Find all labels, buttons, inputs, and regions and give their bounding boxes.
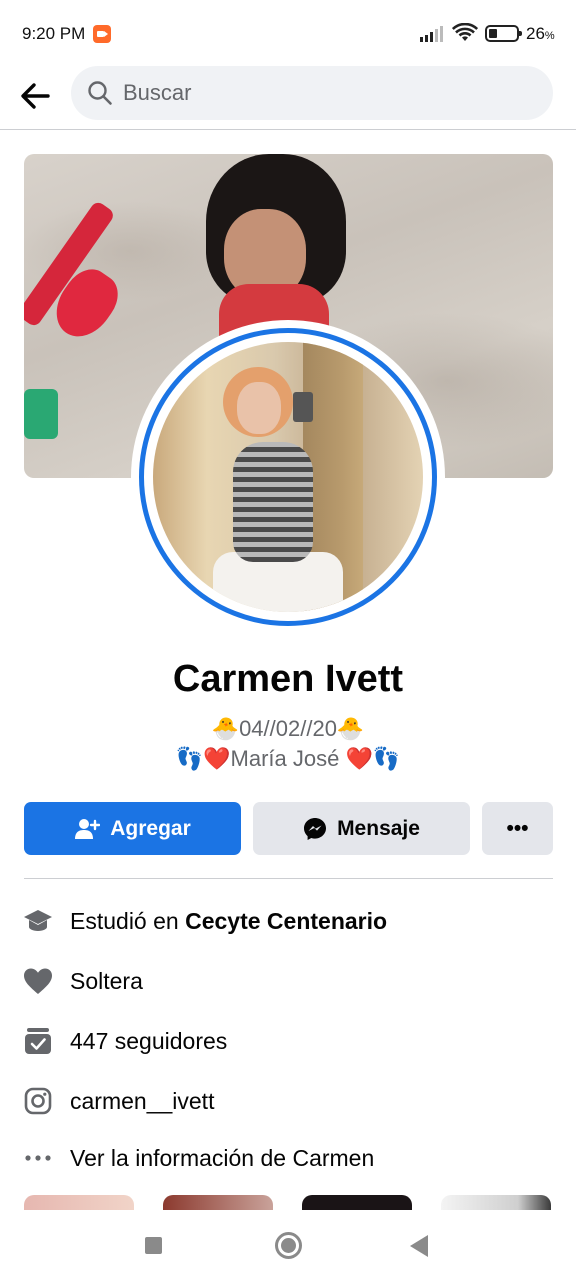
back-button[interactable] <box>14 74 58 118</box>
status-bar: 9:20 PM 26% <box>0 0 576 66</box>
add-friend-label: Agregar <box>110 816 191 840</box>
search-input[interactable] <box>123 66 523 120</box>
recents-button[interactable] <box>145 1237 162 1254</box>
followers-count: 447 seguidores <box>70 1027 228 1054</box>
info-relationship: Soltera <box>22 961 562 1001</box>
info-see-more[interactable]: Ver la información de Carmen <box>22 1138 562 1178</box>
header <box>0 66 576 130</box>
more-dots-icon <box>22 1142 54 1174</box>
arrow-left-icon <box>21 83 50 109</box>
followers-icon <box>22 1025 54 1057</box>
battery-percent: 26 <box>526 24 545 43</box>
signal-icon <box>420 26 443 42</box>
graduation-cap-icon <box>22 905 54 937</box>
battery-icon <box>485 25 522 42</box>
photo-thumb[interactable] <box>24 1195 134 1210</box>
info-followers[interactable]: 447 seguidores <box>22 1021 562 1061</box>
avatar-ring[interactable] <box>131 320 445 634</box>
avatar-border <box>139 328 437 626</box>
avatar[interactable] <box>153 342 423 612</box>
system-back-button[interactable] <box>410 1235 428 1257</box>
battery-unit: % <box>544 30 555 42</box>
add-friend-icon <box>74 818 101 840</box>
more-options-button[interactable]: ••• <box>482 802 553 855</box>
photo-thumb[interactable] <box>163 1195 273 1210</box>
wifi-icon <box>452 23 478 41</box>
instagram-handle: carmen__ivett <box>70 1087 215 1114</box>
relationship-status: Soltera <box>70 967 143 994</box>
heart-icon <box>22 965 54 997</box>
avatar-dress <box>233 442 313 562</box>
photo-thumb[interactable] <box>441 1195 551 1210</box>
system-nav-bar <box>0 1212 576 1280</box>
bio-line-2: 👣❤️María José ❤️👣 <box>175 746 401 771</box>
avatar-phone <box>293 392 313 422</box>
screen-record-icon <box>93 25 111 43</box>
see-info-link: Ver la información de Carmen <box>70 1144 375 1171</box>
add-friend-button[interactable]: Agregar <box>24 802 241 855</box>
battery-level: 26% <box>526 24 555 44</box>
search-icon <box>88 81 112 105</box>
messenger-icon <box>303 817 327 841</box>
divider <box>24 878 553 879</box>
instagram-icon <box>22 1085 54 1117</box>
profile-name: Carmen Ivett <box>172 658 404 700</box>
bio-line-1: 🐣04//02//20🐣 <box>211 716 365 741</box>
info-education[interactable]: Estudió en Cecyte Centenario <box>22 901 562 941</box>
avatar-face <box>237 382 281 434</box>
status-time: 9:20 PM <box>22 24 86 43</box>
search-box[interactable] <box>71 66 553 120</box>
education-prefix: Estudió en <box>70 907 186 934</box>
education-school[interactable]: Cecyte Centenario <box>185 908 387 935</box>
photo-thumb[interactable] <box>302 1195 412 1210</box>
message-button[interactable]: Mensaje <box>253 802 470 855</box>
info-instagram[interactable]: carmen__ivett <box>22 1081 562 1121</box>
message-label: Mensaje <box>337 816 420 840</box>
cover-toy <box>24 389 58 439</box>
photo-strip <box>24 1195 553 1210</box>
home-button[interactable] <box>275 1232 302 1259</box>
more-options-icon: ••• <box>506 816 529 840</box>
